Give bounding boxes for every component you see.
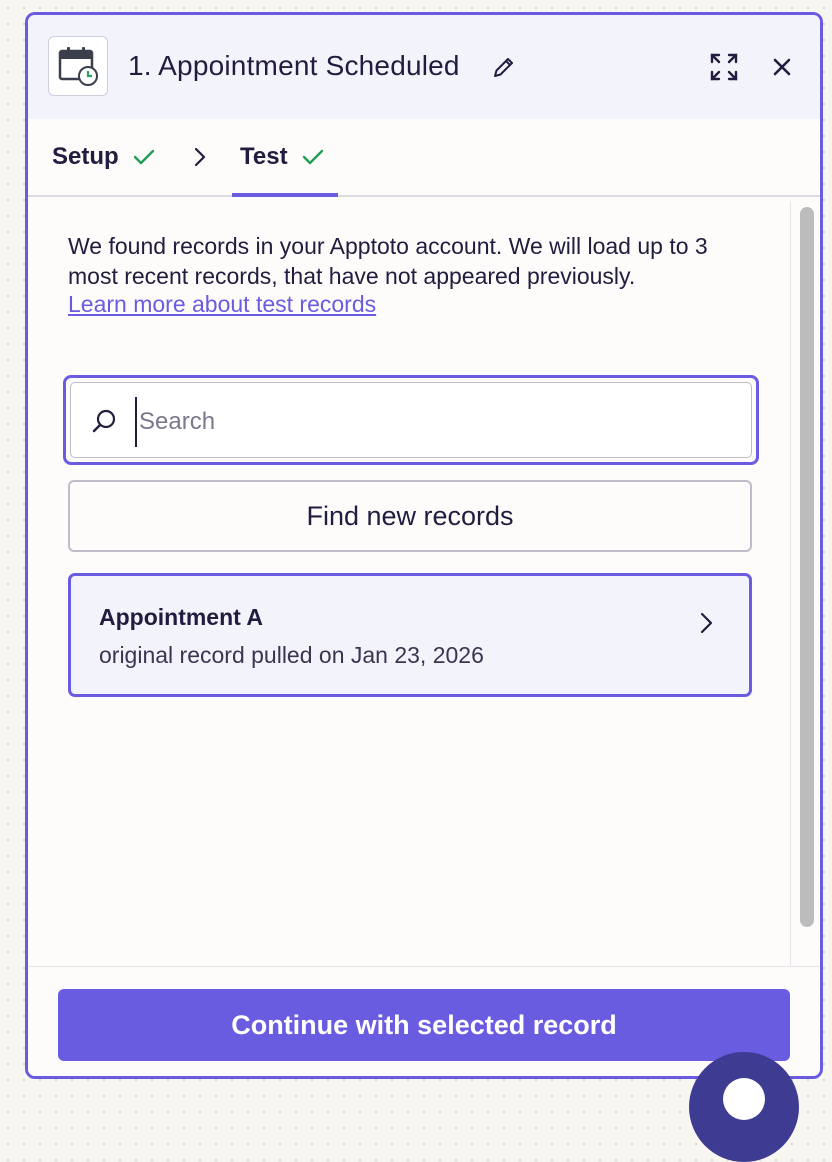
find-new-records-button[interactable]: Find new records	[68, 480, 752, 552]
test-content: We found records in your Apptoto account…	[68, 231, 758, 318]
tab-setup-label: Setup	[52, 143, 119, 170]
intro-text: We found records in your Apptoto account…	[68, 233, 708, 289]
step-tabs: Setup Test	[28, 119, 820, 197]
tab-setup[interactable]: Setup	[52, 143, 157, 171]
record-item[interactable]: Appointment A original record pulled on …	[68, 573, 752, 697]
search-box	[70, 382, 752, 458]
chat-icon	[723, 1078, 765, 1120]
search-input[interactable]	[135, 397, 725, 447]
check-icon	[133, 149, 154, 165]
step-panel: 1. Appointment Scheduled Setup Test We f…	[25, 12, 823, 1079]
tab-test[interactable]: Test	[240, 143, 326, 171]
search-field-focus-ring	[63, 375, 759, 465]
panel-header: 1. Appointment Scheduled	[28, 15, 820, 119]
pencil-icon[interactable]	[490, 53, 518, 81]
calendar-clock-icon	[58, 47, 98, 86]
search-icon	[92, 409, 116, 433]
chevron-right-icon	[700, 612, 713, 634]
check-icon	[302, 149, 323, 165]
record-title: Appointment A	[99, 604, 263, 630]
tab-test-label: Test	[240, 143, 288, 170]
scrollbar-thumb[interactable]	[800, 207, 814, 927]
continue-button[interactable]: Continue with selected record	[58, 989, 790, 1061]
active-tab-indicator	[232, 193, 338, 197]
help-chat-button[interactable]	[689, 1052, 799, 1162]
panel-footer: Continue with selected record	[28, 966, 820, 1076]
step-title: 1. Appointment Scheduled	[128, 50, 460, 81]
chevron-right-icon	[194, 147, 206, 167]
expand-icon[interactable]	[708, 51, 740, 83]
app-icon	[48, 36, 108, 96]
close-icon[interactable]	[768, 53, 796, 81]
record-subtitle: original record pulled on Jan 23, 2026	[99, 642, 484, 668]
learn-more-link[interactable]: Learn more about test records	[68, 291, 376, 318]
